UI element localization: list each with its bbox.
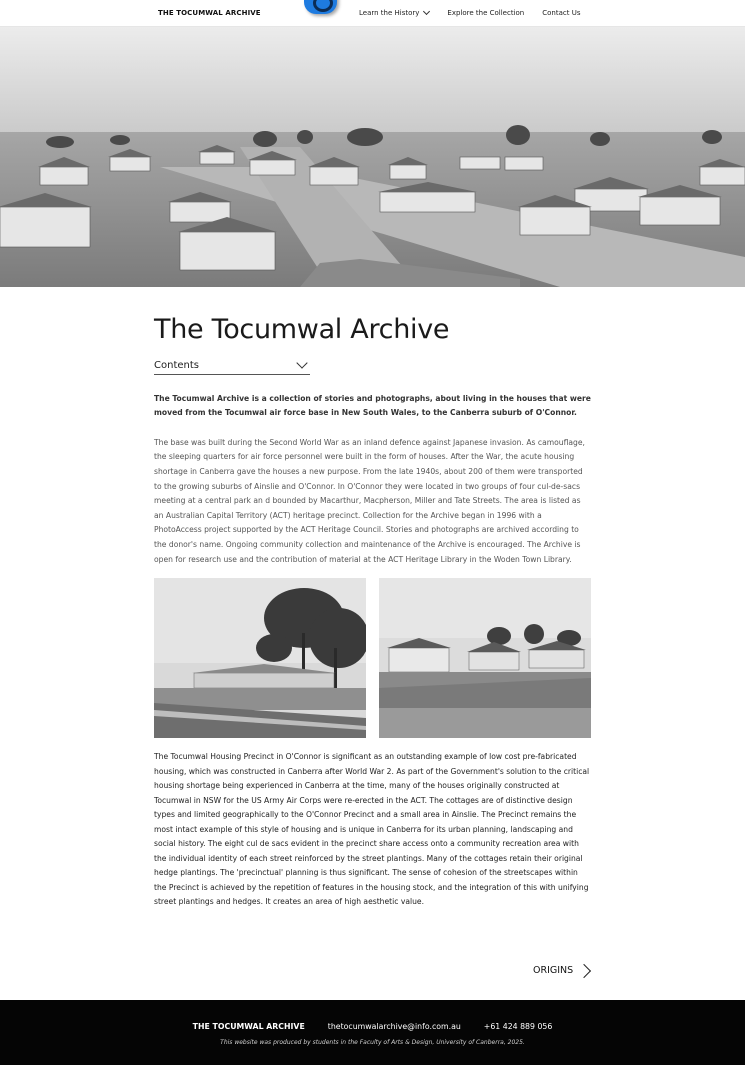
- origins-label: ORIGINS: [533, 965, 574, 976]
- chevron-down-icon: [423, 7, 431, 16]
- nav-learn-history[interactable]: Learn the History: [359, 7, 431, 17]
- chevron-down-icon: [296, 357, 308, 369]
- main-content: The Tocumwal Archive Contents The Tocumw…: [154, 310, 591, 910]
- history-paragraph: The base was built during the Second Wor…: [154, 437, 585, 564]
- footer-email[interactable]: thetocumwalarchive@info.com.au: [328, 1022, 461, 1031]
- contents-dropdown[interactable]: Contents: [154, 357, 310, 375]
- photo-row: [154, 578, 591, 739]
- archive-logo-icon[interactable]: [304, 0, 337, 14]
- footer: THE TOCUMWAL ARCHIVE thetocumwalarchive@…: [0, 1000, 745, 1065]
- origins-next-link[interactable]: ORIGINS: [533, 963, 592, 978]
- contents-dropdown-label: Contents: [154, 360, 199, 371]
- significance-paragraph: The Tocumwal Housing Precinct in O'Conno…: [154, 752, 590, 907]
- intro-lead: The Tocumwal Archive is a collection of …: [154, 394, 591, 418]
- nav-explore-collection[interactable]: Explore the Collection: [447, 9, 524, 17]
- chevron-right-icon: [577, 963, 592, 978]
- brand-link[interactable]: THE TOCUMWAL ARCHIVE: [158, 9, 261, 17]
- footer-brand[interactable]: THE TOCUMWAL ARCHIVE: [193, 1022, 305, 1031]
- footer-row: THE TOCUMWAL ARCHIVE thetocumwalarchive@…: [0, 1022, 745, 1031]
- nav-learn-history-label: Learn the History: [359, 9, 420, 17]
- footer-phone[interactable]: +61 424 889 056: [484, 1022, 553, 1031]
- nav-links: Learn the History Explore the Collection…: [359, 7, 580, 17]
- page-title: The Tocumwal Archive: [154, 314, 450, 345]
- houses-photo: [379, 578, 591, 739]
- street-photo: [154, 578, 366, 739]
- footer-credit: This website was produced by students in…: [220, 1039, 525, 1046]
- hero-image: [0, 27, 745, 287]
- top-nav: THE TOCUMWAL ARCHIVE Learn the History E…: [0, 0, 745, 27]
- nav-contact-us[interactable]: Contact Us: [542, 9, 580, 17]
